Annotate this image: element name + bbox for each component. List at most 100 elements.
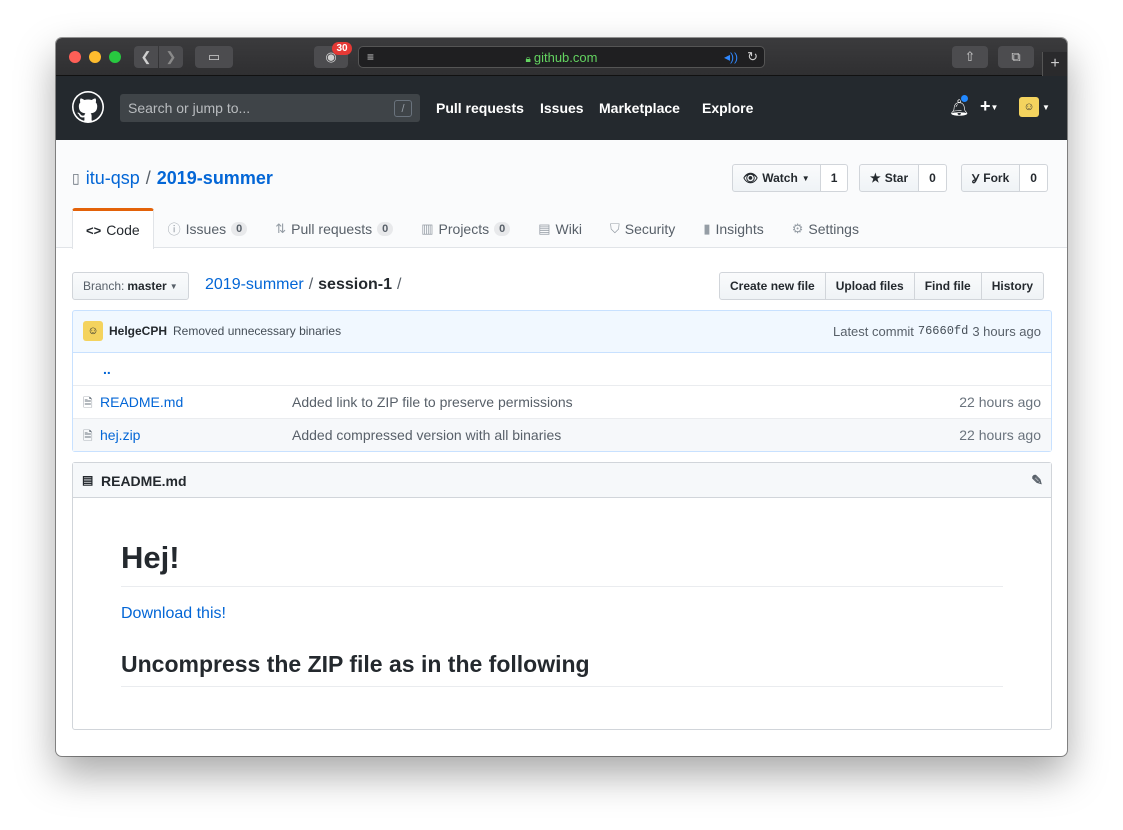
nav-explore[interactable]: Explore (702, 100, 753, 116)
book-icon: ▤ (538, 220, 551, 236)
tab-code[interactable]: <> Code (72, 208, 154, 249)
tab-counter: 0 (231, 221, 248, 236)
find-file-button[interactable]: Find file (913, 272, 982, 300)
pencil-icon[interactable]: ✎ (1031, 472, 1043, 489)
tab-security[interactable]: ⛉ Security (596, 208, 689, 248)
star-button[interactable]: ★ Star (859, 164, 920, 192)
share-button[interactable]: ⇧ (952, 46, 988, 68)
breadcrumb-root-link[interactable]: 2019-summer (205, 276, 304, 294)
parent-directory-link[interactable]: .. (103, 361, 111, 377)
commit-meta: Latest commit 76660fd 3 hours ago (833, 324, 1041, 339)
sidebar-toggle-button[interactable]: ▭ (195, 46, 233, 68)
tab-label: Settings (808, 220, 859, 237)
repo-owner-link[interactable]: itu-qsp (86, 168, 140, 189)
watch-count[interactable]: 1 (820, 164, 849, 192)
minimize-window-button[interactable] (89, 51, 101, 63)
file-icon: 🗎︎ (83, 429, 93, 443)
star-icon: ★ (870, 171, 881, 185)
breadcrumb-current: session-1 (318, 276, 392, 293)
audio-icon[interactable]: ◂)) (724, 50, 738, 64)
user-menu[interactable]: ☺ ▼ (1019, 97, 1050, 117)
caret-down-icon: ▼ (169, 281, 178, 291)
watch-label: Watch (762, 171, 798, 185)
tab-counter: 0 (377, 221, 394, 236)
avatar[interactable]: ☺ (83, 321, 103, 341)
unread-notification-dot (960, 94, 969, 103)
breadcrumb: 2019-summer / session-1 / (205, 276, 401, 294)
readme-panel: ▤ README.md ✎ Hej! Download this! Uncomp… (72, 462, 1052, 730)
tabs-icon: ⧉ (1011, 49, 1021, 64)
browser-window: ❮ ❯ ▭ ◉ 30 ≡ 🔒︎github.com ◂)) ↻ ⇧ ⧉ + / … (56, 38, 1067, 756)
tab-pull-requests[interactable]: ⇅ Pull requests 0 (261, 208, 407, 248)
caret-down-icon: ▼ (801, 173, 810, 183)
commit-author-link[interactable]: HelgeCPH (109, 324, 167, 338)
star-group: ★ Star 0 (859, 164, 947, 192)
tab-insights[interactable]: ▮ Insights (689, 208, 777, 248)
zoom-window-button[interactable] (109, 51, 121, 63)
create-new-menu[interactable]: +▼ (980, 96, 998, 117)
upload-files-button[interactable]: Upload files (824, 272, 915, 300)
tab-label: Wiki (555, 220, 582, 237)
pull-request-icon: ⇅ (275, 220, 287, 236)
watch-button[interactable]: 👁︎ Watch ▼ (732, 164, 821, 192)
close-window-button[interactable] (69, 51, 81, 63)
star-count[interactable]: 0 (919, 164, 947, 192)
tab-label: Issues (185, 220, 227, 237)
create-new-file-button[interactable]: Create new file (719, 272, 826, 300)
file-name-link[interactable]: README.md (100, 394, 183, 410)
reload-icon[interactable]: ↻ (747, 49, 758, 65)
readme-heading-2: Uncompress the ZIP file as in the follow… (121, 651, 1003, 687)
watch-group: 👁︎ Watch ▼ 1 (732, 164, 849, 192)
caret-down-icon: ▼ (1042, 102, 1050, 112)
commit-sha-link[interactable]: 76660fd (918, 324, 968, 339)
github-logo-icon[interactable] (72, 91, 104, 123)
sidebar-icon: ▭ (207, 49, 221, 64)
forward-button[interactable]: ❯ (159, 46, 183, 68)
repo-nav: <> Code ⓘ Issues 0 ⇅ Pull requests 0 ▥ P… (72, 208, 873, 249)
tab-counter: 0 (494, 221, 511, 236)
readme-body: Hej! Download this! Uncompress the ZIP f… (121, 498, 1003, 687)
back-button[interactable]: ❮ (134, 46, 158, 68)
nav-pull-requests[interactable]: Pull requests (436, 100, 524, 116)
file-commit-message-link[interactable]: Added compressed version with all binari… (292, 427, 561, 443)
tab-label: Code (106, 222, 140, 238)
caret-down-icon: ▼ (990, 102, 999, 112)
github-header: / Pull requests Issues Marketplace Explo… (56, 76, 1067, 140)
extension-badge: 30 (332, 42, 352, 55)
eye-icon: 👁︎ (743, 171, 759, 185)
star-label: Star (884, 171, 909, 185)
address-bar[interactable]: ≡ 🔒︎ github.com ◂)) ↻ (358, 46, 765, 68)
breadcrumb-separator: / (308, 276, 314, 293)
graph-icon: ▮ (703, 220, 711, 236)
history-button[interactable]: History (980, 272, 1045, 300)
tab-wiki[interactable]: ▤ Wiki (524, 208, 596, 248)
readme-header: ▤ README.md ✎ (73, 463, 1051, 498)
fork-button[interactable]: Ỿ Fork (961, 164, 1021, 192)
tab-settings[interactable]: ⚙︎ Settings (778, 208, 873, 248)
commit-message-link[interactable]: Removed unnecessary binaries (173, 324, 341, 338)
readme-title: README.md (101, 473, 187, 489)
search-input[interactable] (120, 94, 390, 122)
nav-issues[interactable]: Issues (540, 100, 584, 116)
book-icon: ▤ (82, 473, 94, 487)
repo-name-link[interactable]: 2019-summer (157, 168, 273, 189)
tab-projects[interactable]: ▥ Projects 0 (407, 208, 524, 248)
table-row: .. (73, 352, 1051, 385)
fork-icon: Ỿ (972, 171, 980, 186)
download-link[interactable]: Download this! (121, 605, 1003, 623)
file-commit-message-link[interactable]: Added link to ZIP file to preserve permi… (292, 394, 573, 410)
new-tab-button[interactable]: + (1042, 52, 1067, 76)
file-age: 22 hours ago (959, 427, 1041, 443)
branch-name: master (127, 279, 167, 293)
latest-commit-label: Latest commit (832, 324, 914, 339)
branch-select-button[interactable]: Branch: master ▼ (72, 272, 189, 300)
fork-count[interactable]: 0 (1020, 164, 1048, 192)
show-tabs-button[interactable]: ⧉ (998, 46, 1034, 68)
nav-marketplace[interactable]: Marketplace (599, 100, 680, 116)
file-name-link[interactable]: hej.zip (100, 427, 140, 443)
tab-issues[interactable]: ⓘ Issues 0 (154, 208, 262, 248)
repo-title-separator: / (145, 168, 151, 188)
code-icon: <> (86, 222, 102, 238)
tab-label: Projects (438, 220, 490, 237)
fork-group: Ỿ Fork 0 (961, 164, 1048, 192)
